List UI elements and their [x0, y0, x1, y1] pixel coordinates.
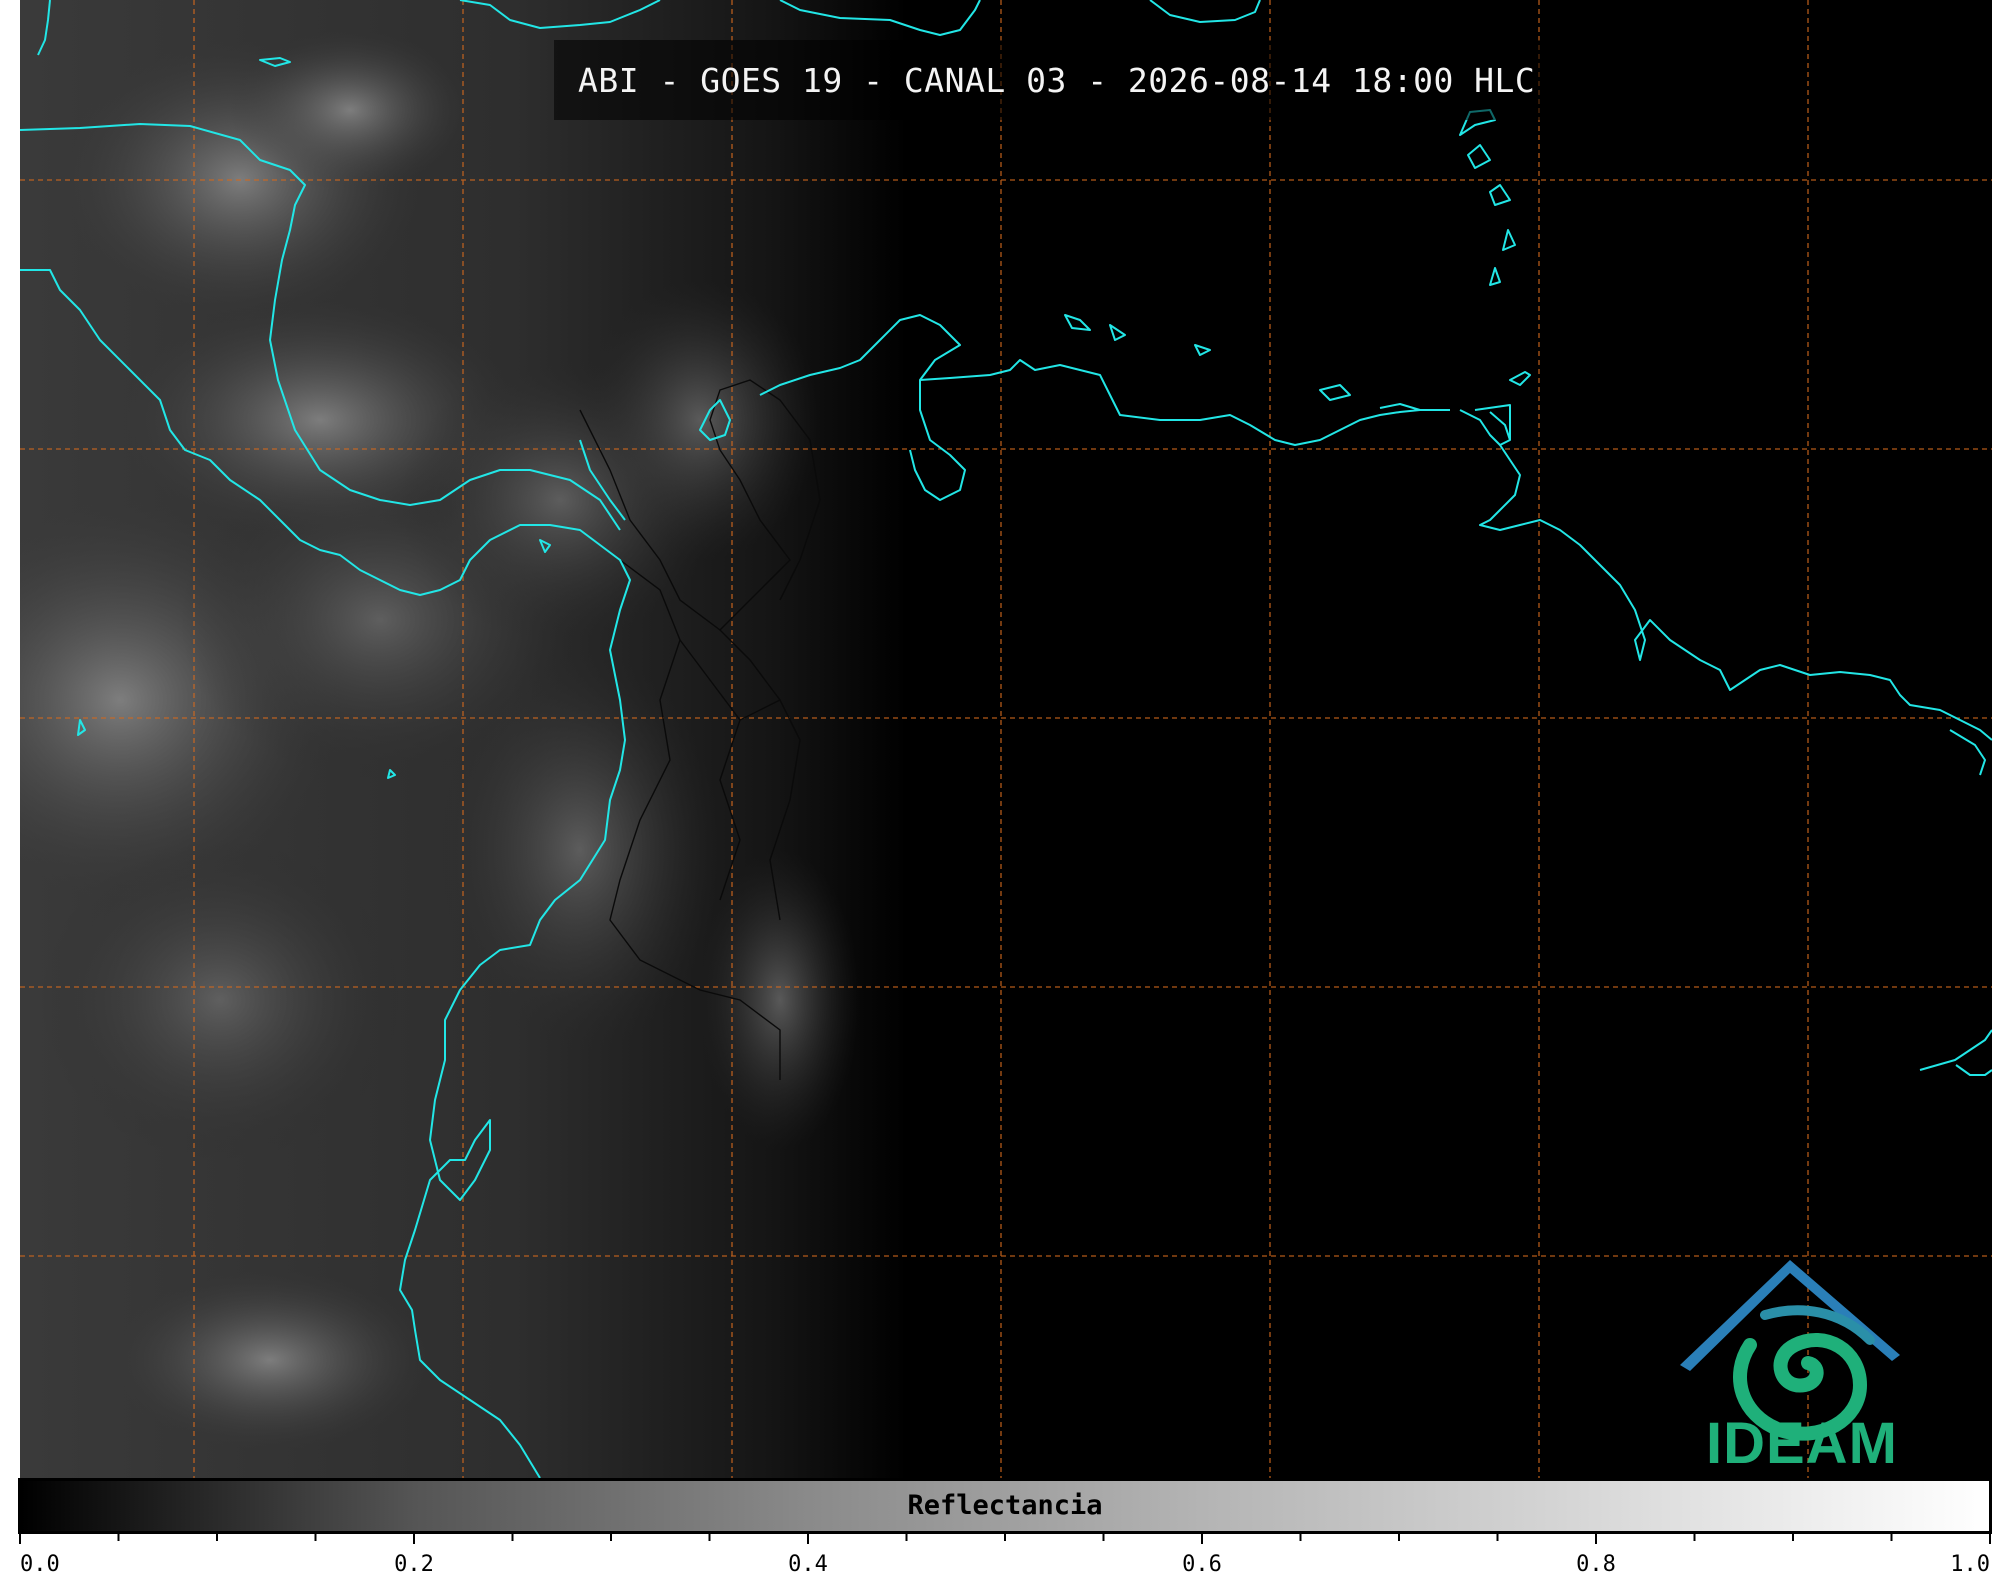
- colorbar-tick-label: 0.4: [788, 1552, 828, 1577]
- map-title: ABI - GOES 19 - CANAL 03 - 2026-08-14 18…: [578, 60, 1536, 100]
- colorbar-tick-label: 0.6: [1182, 1552, 1222, 1577]
- colorbar-tick-label: 0.2: [394, 1552, 434, 1577]
- colorbar: Reflectancia: [18, 1478, 1992, 1534]
- satellite-image-panel: ABI - GOES 19 - CANAL 03 - 2026-08-14 18…: [20, 0, 1992, 1478]
- colorbar-tick-label: 0.8: [1576, 1552, 1616, 1577]
- colorbar-label: Reflectancia: [907, 1490, 1103, 1521]
- colorbar-tick-label: 0.0: [20, 1552, 60, 1577]
- ideam-logo-text: IDEAM: [1706, 1411, 1898, 1476]
- colorbar-tick-label: 1.0: [1950, 1552, 1990, 1577]
- title-box: ABI - GOES 19 - CANAL 03 - 2026-08-14 18…: [554, 40, 1554, 120]
- colorbar-axis: 0.0 0.2 0.4 0.6 0.8 1.0: [19, 1534, 1991, 1577]
